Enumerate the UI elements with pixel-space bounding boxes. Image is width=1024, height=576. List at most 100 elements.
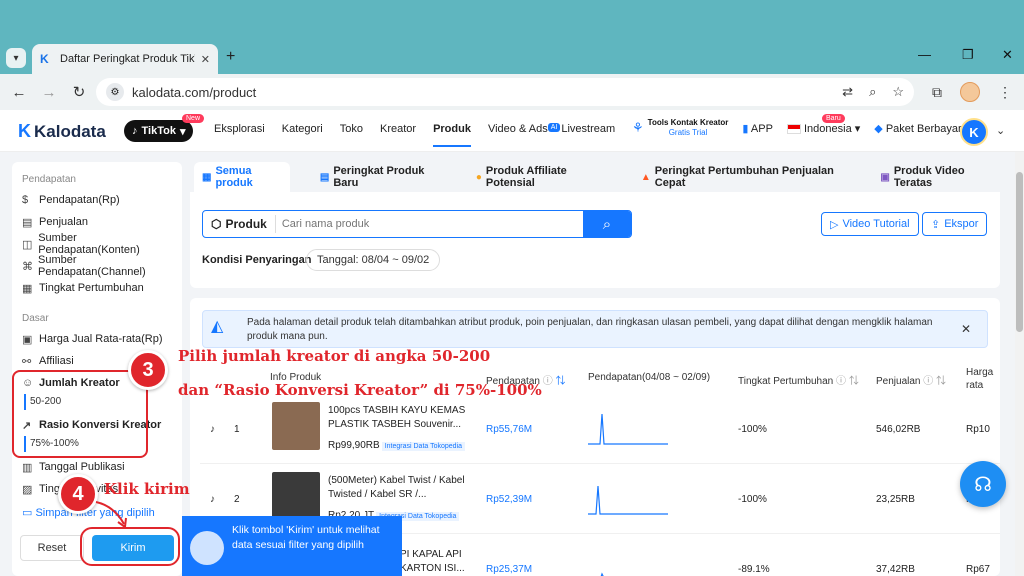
filter-label: Pendapatan(Rp): [39, 194, 120, 206]
close-window-button[interactable]: ✕: [1002, 47, 1013, 63]
close-icon[interactable]: ✕: [953, 316, 979, 342]
extensions-icon[interactable]: ⧉: [932, 84, 942, 101]
back-button[interactable]: ←: [4, 84, 34, 101]
url-text[interactable]: kalodata.com/product: [132, 85, 842, 100]
step-3-text-line1: Pilih jumlah kreator di angka 50-200: [178, 347, 491, 365]
browser-menu-icon[interactable]: ⋮: [998, 84, 1012, 101]
search-icon: ⌕: [602, 215, 612, 233]
tools-text: Tools Kontak Kreator Gratis Trial: [648, 118, 729, 138]
translate-icon[interactable]: ⇄: [842, 84, 853, 100]
nav-produk[interactable]: Produk: [433, 123, 471, 147]
nav-toko[interactable]: Toko: [340, 123, 363, 147]
search-scope[interactable]: ⬡ Produk: [203, 215, 276, 233]
table-row[interactable]: ♪ 1 100pcs TASBIH KAYU KEMAS PLASTIK TAS…: [200, 396, 1000, 464]
search-button[interactable]: ⌕: [583, 211, 631, 237]
link-icon: ⚯: [22, 355, 32, 368]
nav-kreator[interactable]: Kreator: [380, 123, 416, 147]
product-thumbnail[interactable]: [272, 402, 320, 450]
search-bar: ⬡Produk ⌕: [202, 210, 632, 238]
fire-icon: ▲: [640, 171, 651, 183]
tab-search-button[interactable]: ▾: [6, 48, 26, 68]
nav-video-ads[interactable]: Video & Ads AI: [488, 123, 561, 147]
filter-penjualan[interactable]: ▤ Penjualan: [12, 211, 182, 233]
col-tingkat-pertumbuhan[interactable]: Tingkat Pertumbuhan ⓘ ⇅: [738, 372, 859, 387]
reload-button[interactable]: ↻: [64, 83, 94, 101]
growth-icon: ▦: [22, 282, 33, 295]
tab-semua-produk[interactable]: ▦ Semua produk: [194, 162, 290, 192]
col-harga-rata[interactable]: Harga rata: [966, 366, 996, 392]
profile-avatar[interactable]: [960, 82, 980, 102]
filter-label: Affiliasi: [39, 355, 74, 367]
browser-tab[interactable]: K Daftar Peringkat Produk TikTok ✕: [32, 44, 218, 74]
video-tutorial-button[interactable]: ▷ Video Tutorial: [821, 212, 919, 236]
price-value: Rp99,90RB: [328, 440, 380, 451]
forward-button[interactable]: →: [34, 84, 64, 101]
address-bar[interactable]: ⚙ kalodata.com/product ⇄ ⌕ ☆: [96, 78, 914, 106]
section-dasar: Dasar: [22, 313, 49, 324]
calendar-icon: ▥: [22, 461, 33, 474]
reset-button[interactable]: Reset: [20, 535, 84, 561]
filter-tingkat-pertumbuhan[interactable]: ▦ Tingkat Pertumbuhan: [12, 277, 182, 299]
nav-livestream[interactable]: Livestream: [561, 123, 615, 147]
tab-produk-video[interactable]: ▣ Produk Video Teratas: [872, 162, 1000, 192]
kirim-tooltip: Klik tombol 'Kirim' untuk melihat data s…: [182, 516, 402, 576]
avg-price-value: Rp10: [966, 424, 990, 435]
chevron-down-icon[interactable]: ⌄: [996, 124, 1005, 137]
nav-kategori[interactable]: Kategori: [282, 123, 323, 147]
video-tutorial-label: Video Tutorial: [842, 218, 910, 230]
sales-value: 37,42RB: [876, 564, 915, 575]
platform-selector[interactable]: ♪ TikTok ▾: [124, 120, 194, 142]
revenue-value: Rp55,76M: [486, 424, 533, 435]
filter-harga-jual[interactable]: ▣ Harga Jual Rata-rata(Rp): [12, 328, 182, 350]
browser-toolbar: ← → ↻ ⚙ kalodata.com/product ⇄ ⌕ ☆ ⧉ ⋮: [0, 74, 1024, 110]
col-penjualan[interactable]: Penjualan ⓘ ⇅: [876, 372, 946, 387]
filter-pendapatan[interactable]: $ Pendapatan(Rp): [12, 189, 182, 211]
avg-price-value: Rp67: [966, 564, 990, 575]
activity-icon: ▨: [22, 483, 33, 496]
user-avatar[interactable]: K: [960, 118, 988, 146]
tab-label: Produk Affiliate Potensial: [485, 165, 567, 189]
new-tab-button[interactable]: +: [226, 48, 235, 66]
restore-button[interactable]: ❐: [962, 47, 974, 63]
col-pendapatan-trend[interactable]: Pendapatan(04/08 ~ 02/09): [588, 372, 710, 383]
nav-eksplorasi[interactable]: Eksplorasi: [214, 123, 265, 147]
export-button[interactable]: ⇪ Ekspor: [922, 212, 988, 236]
sort-icon: ⇅: [936, 376, 947, 387]
zoom-icon[interactable]: ⌕: [869, 84, 876, 100]
product-name[interactable]: PI KAPAL API KARTON ISI...: [400, 548, 470, 576]
search-input[interactable]: [275, 218, 583, 230]
filter-sumber-channel[interactable]: ⌘ Sumber Pendapatan(Channel): [12, 254, 182, 278]
minimize-button[interactable]: —: [918, 47, 931, 62]
filter-tanggal-publikasi[interactable]: ▥ Tanggal Publikasi: [12, 456, 182, 478]
rank: 2: [234, 494, 240, 505]
tools-kontak-kreator-link[interactable]: ⚘ Tools Kontak Kreator Gratis Trial: [632, 118, 728, 138]
tooltip-text: Klik tombol 'Kirim' untuk melihat data s…: [232, 524, 380, 551]
scrollbar-thumb[interactable]: [1016, 172, 1023, 332]
tab-peringkat-produk-baru[interactable]: ▤ Peringkat Produk Baru: [312, 162, 446, 192]
paid-plan-link[interactable]: ◆ Paket Berbayar: [874, 122, 961, 135]
customer-support-button[interactable]: ☊: [960, 461, 1006, 507]
app-link[interactable]: ▮ APP: [742, 122, 773, 135]
site-info-icon[interactable]: ⚙: [106, 83, 124, 101]
highlight-kirim-button: [80, 527, 180, 566]
chevron-down-icon: ▾: [179, 125, 186, 138]
step-3-text-line2: dan “Rasio Konversi Kreator” di 75%-100%: [178, 381, 542, 399]
close-tab-icon[interactable]: ✕: [201, 53, 210, 66]
filter-label: Penjualan: [39, 216, 88, 228]
filter-sumber-konten[interactable]: ◫ Sumber Pendapatan(Konten): [12, 232, 182, 256]
product-name[interactable]: 100pcs TASBIH KAYU KEMAS PLASTIK TASBEH …: [328, 404, 468, 432]
product-thumbnail[interactable]: [272, 472, 320, 520]
product-name[interactable]: (500Meter) Kabel Twist / Kabel Twisted /…: [328, 474, 468, 502]
rank: 1: [234, 424, 240, 435]
filter-label: Tingkat Pertumbuhan: [39, 282, 144, 294]
kalodata-logo[interactable]: K Kalodata: [18, 121, 106, 142]
tab-produk-affiliate[interactable]: ● Produk Affiliate Potensial: [468, 162, 611, 192]
highlight-creator-filters: [12, 370, 148, 458]
box-icon: ⬡: [211, 217, 222, 231]
scope-label: Produk: [225, 217, 267, 231]
col-label: Penjualan: [876, 376, 921, 387]
bookmark-star-icon[interactable]: ☆: [892, 84, 904, 100]
tab-pertumbuhan-cepat[interactable]: ▲ Peringkat Pertumbuhan Penjualan Cepat: [633, 162, 851, 192]
country-selector[interactable]: Indonesia ▾: [786, 122, 860, 135]
date-filter-chip[interactable]: Tanggal: 08/04 ~ 09/02: [306, 249, 441, 271]
